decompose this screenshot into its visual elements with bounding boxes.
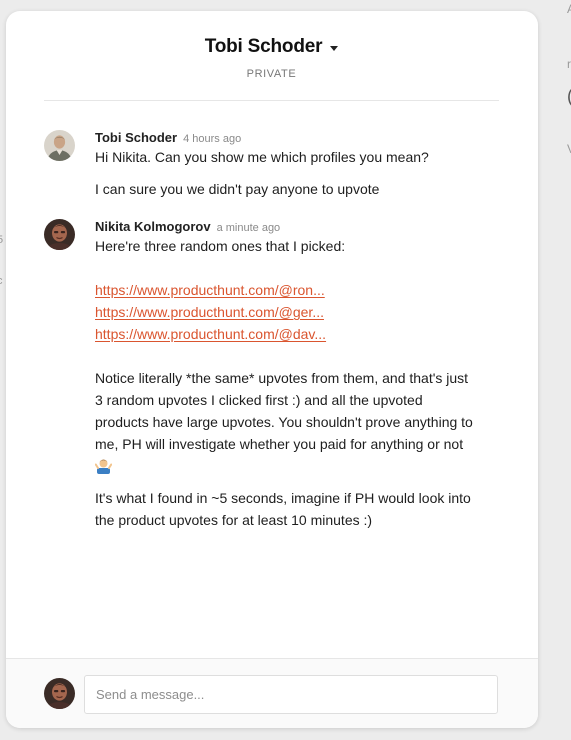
message-text: Hi Nikita. Can you show me which profile…: [95, 149, 429, 165]
caret-down-icon: [330, 45, 339, 51]
message-text: the product upvotes for at least 10 minu…: [95, 512, 373, 528]
message-header: Tobi Schoder 4 hours ago: [95, 130, 498, 145]
message: Nikita Kolmogorov a minute ago Here're t…: [6, 219, 538, 531]
message: Tobi Schoder 4 hours ago Hi Nikita. Can …: [6, 130, 538, 200]
message-thread: Tobi Schoder 4 hours ago Hi Nikita. Can …: [6, 102, 538, 531]
avatar-tobi-image: [44, 130, 75, 161]
message-text: Here're three random ones that I picked:: [95, 238, 346, 254]
message-timestamp: a minute ago: [216, 222, 281, 234]
background-fragment: 5: [0, 234, 4, 246]
background-fragment: c: [0, 275, 3, 287]
message-text: It's what I found in ~5 seconds, imagine…: [95, 490, 471, 506]
author-name[interactable]: Nikita Kolmogorov: [95, 219, 211, 234]
message-paragraph: It's what I found in ~5 seconds, imagine…: [95, 487, 498, 531]
avatar[interactable]: [44, 219, 75, 250]
conversation-header: Tobi Schoder PRIVATE: [44, 11, 499, 101]
emoji-line: [95, 455, 498, 477]
profile-link[interactable]: https://www.producthunt.com/@ger...: [95, 301, 498, 323]
avatar: [44, 678, 75, 709]
message-header: Nikita Kolmogorov a minute ago: [95, 219, 498, 234]
profile-link-list: https://www.producthunt.com/@ron... http…: [95, 279, 498, 345]
background-fragment: A: [567, 2, 571, 16]
avatar-nikita-image: [44, 219, 75, 250]
background-right-edge: A r ( V: [555, 0, 571, 740]
message-input[interactable]: [84, 675, 498, 714]
recipient-switcher[interactable]: Tobi Schoder: [44, 36, 499, 58]
person-shrugging-emoji-icon: [95, 459, 112, 474]
avatar-nikita-image: [44, 678, 75, 709]
background-fragment: V: [567, 142, 571, 156]
conversation-title: Tobi Schoder: [204, 36, 323, 57]
message-text: me, PH will investigate whether you paid…: [95, 436, 464, 452]
message-timestamp: 4 hours ago: [183, 133, 242, 145]
message-text: I can sure you we didn't pay anyone to u…: [95, 181, 380, 197]
conversation-panel: Tobi Schoder PRIVATE Tobi Schoder 4 hour…: [6, 11, 538, 728]
avatar[interactable]: [44, 130, 75, 161]
privacy-label: PRIVATE: [246, 68, 297, 80]
author-name[interactable]: Tobi Schoder: [95, 130, 177, 145]
message-text: products have large upvotes. You shouldn…: [95, 414, 473, 430]
message-text: 3 random upvotes I clicked first :) and …: [95, 392, 423, 408]
profile-link[interactable]: https://www.producthunt.com/@dav...: [95, 323, 498, 345]
message-paragraph: Notice literally *the same* upvotes from…: [95, 367, 498, 477]
background-fragment: (: [567, 86, 571, 107]
background-fragment: r: [567, 57, 571, 71]
message-composer: [6, 658, 538, 728]
message-text: Notice literally *the same* upvotes from…: [95, 370, 469, 386]
profile-link[interactable]: https://www.producthunt.com/@ron...: [95, 279, 498, 301]
